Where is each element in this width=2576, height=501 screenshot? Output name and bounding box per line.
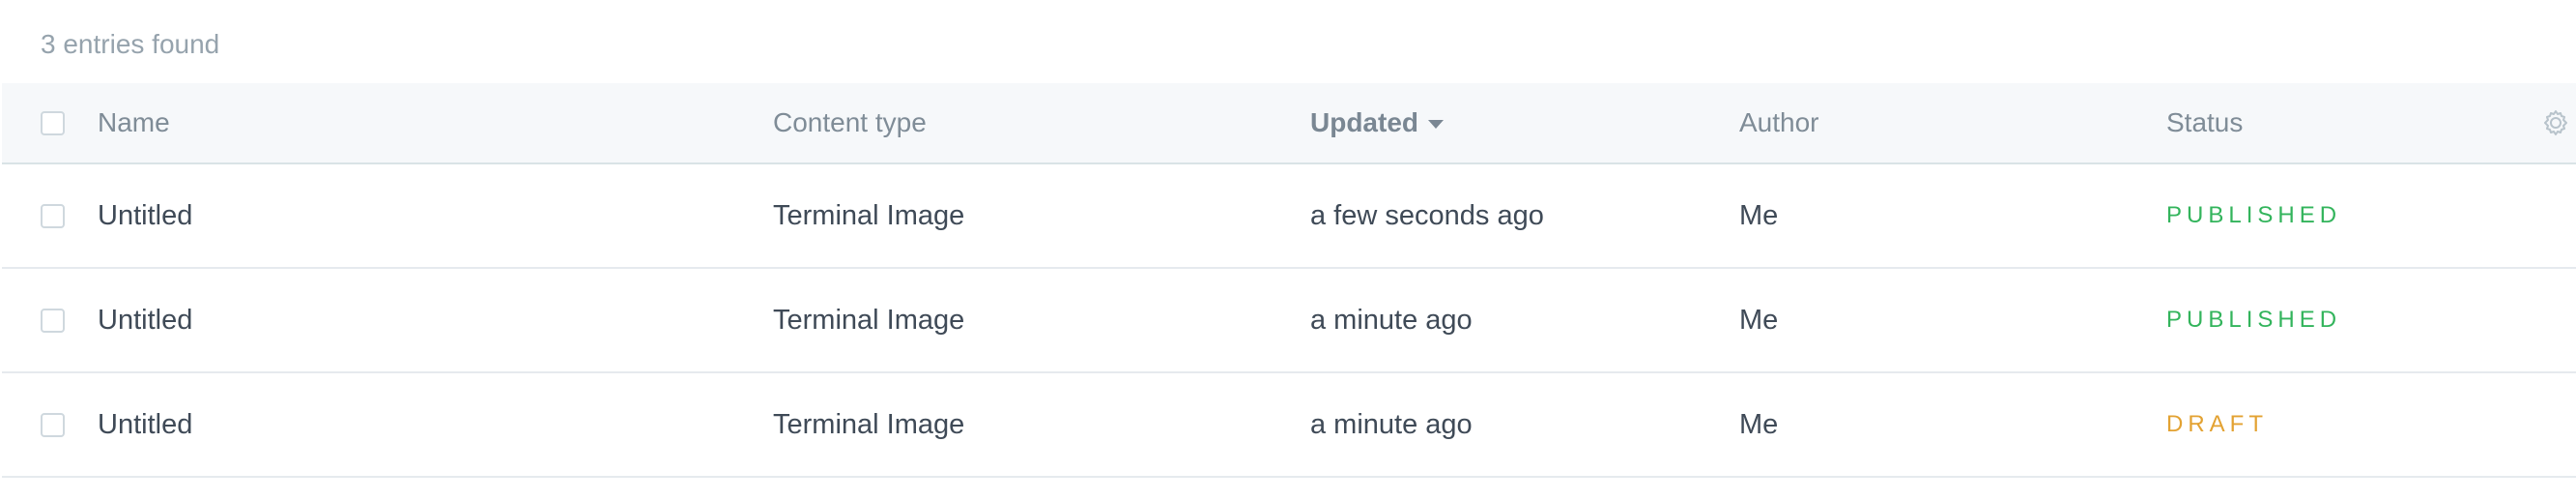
column-header-content-type[interactable]: Content type xyxy=(773,83,927,162)
entry-status: PUBLISHED xyxy=(2166,307,2342,333)
entry-content-type: Terminal Image xyxy=(773,305,965,336)
entry-status: PUBLISHED xyxy=(2166,202,2342,228)
select-all-checkbox[interactable] xyxy=(41,110,65,135)
entry-name[interactable]: Untitled xyxy=(98,269,192,371)
entry-author: Me xyxy=(1739,409,1779,440)
row-checkbox[interactable] xyxy=(41,203,65,228)
column-header-status[interactable]: Status xyxy=(2166,83,2243,162)
entries-table: Name Content type Updated Author Status … xyxy=(2,83,2576,478)
table-header-row: Name Content type Updated Author Status xyxy=(2,83,2576,164)
select-all-cell[interactable] xyxy=(41,83,65,162)
table-row[interactable]: Untitled Terminal Image a minute ago Me … xyxy=(2,373,2576,478)
row-select-cell[interactable] xyxy=(41,164,65,267)
entry-name[interactable]: Untitled xyxy=(98,164,192,267)
entry-content-type: Terminal Image xyxy=(773,200,965,231)
entry-status: DRAFT xyxy=(2166,411,2268,437)
entry-updated: a minute ago xyxy=(1310,409,1473,440)
column-header-updated-label: Updated xyxy=(1310,107,1418,137)
entry-author: Me xyxy=(1739,200,1779,231)
table-row[interactable]: Untitled Terminal Image a minute ago Me … xyxy=(2,269,2576,373)
column-header-name[interactable]: Name xyxy=(98,83,170,162)
entry-name[interactable]: Untitled xyxy=(98,373,192,476)
table-settings-button[interactable] xyxy=(2540,83,2571,162)
column-header-author[interactable]: Author xyxy=(1739,83,1819,162)
row-select-cell[interactable] xyxy=(41,269,65,371)
gear-icon[interactable] xyxy=(2540,107,2571,138)
entry-updated: a few seconds ago xyxy=(1310,200,1544,231)
row-select-cell[interactable] xyxy=(41,373,65,476)
entry-updated: a minute ago xyxy=(1310,305,1473,336)
column-header-updated[interactable]: Updated xyxy=(1310,83,1444,162)
sort-down-icon[interactable] xyxy=(1428,119,1444,129)
entry-author: Me xyxy=(1739,305,1779,336)
table-row[interactable]: Untitled Terminal Image a few seconds ag… xyxy=(2,164,2576,269)
row-checkbox[interactable] xyxy=(41,412,65,437)
entry-content-type: Terminal Image xyxy=(773,409,965,440)
row-checkbox[interactable] xyxy=(41,308,65,333)
entries-count: 3 entries found xyxy=(41,29,220,59)
